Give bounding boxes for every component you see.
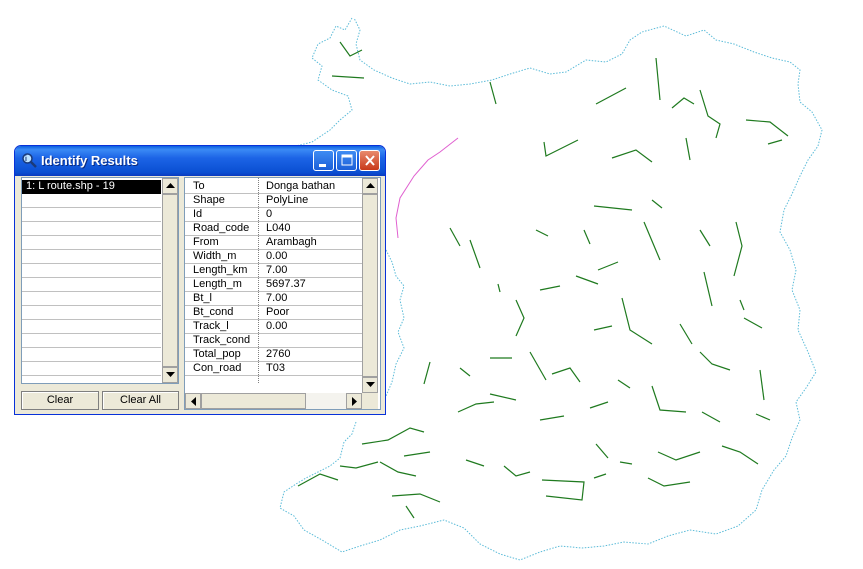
identify-icon: i [22,153,37,168]
arrow-right-icon [352,397,357,406]
table-row: Con_road T03 [185,362,362,376]
scroll-thumb[interactable] [162,194,178,367]
window-title: Identify Results [41,153,138,168]
table-row: Length_m 5697.37 [185,278,362,292]
scroll-right-button[interactable] [346,393,362,409]
scroll-up-button[interactable] [162,178,178,194]
list-item-empty [22,362,161,376]
list-item-empty [22,348,161,362]
title-bar[interactable]: i Identify Results [15,146,385,176]
clear-button[interactable]: Clear [21,391,99,410]
field-value: PolyLine [266,194,309,206]
field-name: Width_m [193,250,237,262]
field-name: From [193,236,219,248]
field-value: 7.00 [266,292,288,304]
table-row: Track_l 0.00 [185,320,362,334]
arrow-down-icon [366,382,375,387]
list-item-empty [22,208,161,222]
list-item-empty [22,278,161,292]
minimize-button[interactable] [313,150,334,171]
identify-results-window: i Identify Results 1: L route.shp - 19 T… [14,145,386,415]
table-row: Length_km 7.00 [185,264,362,278]
field-value: Poor [266,306,290,318]
table-row: Road_code L040 [185,222,362,236]
field-value: 0.00 [266,320,288,332]
results-scrollbar[interactable] [162,178,178,383]
list-item-empty [22,306,161,320]
table-row: Track_cond [185,334,362,348]
field-name: Track_l [193,320,229,332]
field-name: Con_road [193,362,242,374]
results-list[interactable]: 1: L route.shp - 19 [21,177,179,384]
field-name: To [193,180,205,192]
maximize-icon [341,154,353,166]
arrow-up-icon [166,183,175,188]
table-row: From Arambagh [185,236,362,250]
attributes-vscrollbar[interactable] [362,178,378,393]
table-row: Id 0 [185,208,362,222]
field-name: Track_cond [193,334,251,346]
field-value: Arambagh [266,236,317,248]
field-value: 0.00 [266,250,288,262]
field-name: Length_km [193,264,248,276]
field-value: Donga bathan [266,180,336,192]
table-row: Width_m 0.00 [185,250,362,264]
scroll-down-button[interactable] [362,377,378,393]
clear-all-button[interactable]: Clear All [102,391,179,410]
arrow-down-icon [166,372,175,377]
field-value: T03 [266,362,285,374]
list-item-empty [22,292,161,306]
field-name: Bt_l [193,292,212,304]
field-value: 0 [266,208,273,220]
field-value: 2760 [266,348,291,360]
table-row: To Donga bathan [185,180,362,194]
scroll-thumb[interactable] [201,393,306,409]
scroll-thumb[interactable] [362,194,378,377]
field-name: Id [193,208,203,220]
svg-text:i: i [25,156,27,163]
list-item[interactable]: 1: L route.shp - 19 [22,180,161,194]
list-item-empty [22,250,161,264]
selected-route [395,137,459,239]
list-item-empty [22,320,161,334]
field-name: Shape [193,194,225,206]
arrow-up-icon [366,183,375,188]
list-item-empty [22,236,161,250]
field-name: Bt_cond [193,306,234,318]
list-item-empty [22,334,161,348]
field-value: L040 [266,222,291,234]
minimize-icon [319,164,326,167]
scroll-down-button[interactable] [162,367,178,383]
field-name: Total_pop [193,348,241,360]
list-item-empty [22,194,161,208]
attributes-hscrollbar[interactable] [185,393,362,409]
field-value: 5697.37 [266,278,306,290]
scroll-left-button[interactable] [185,393,201,409]
table-row: Bt_l 7.00 [185,292,362,306]
table-row: Bt_cond Poor [185,306,362,320]
scroll-up-button[interactable] [362,178,378,194]
attributes-table[interactable]: To Donga bathan Shape PolyLine Id 0 Road… [184,177,381,410]
list-item-empty [22,222,161,236]
maximize-button[interactable] [336,150,357,171]
close-icon [365,155,375,166]
close-button[interactable] [359,150,380,171]
field-name: Road_code [193,222,250,234]
table-row: Total_pop 2760 [185,348,362,362]
field-value: 7.00 [266,264,288,276]
list-item-empty [22,264,161,278]
field-name: Length_m [193,278,242,290]
arrow-left-icon [191,397,196,406]
window-body: 1: L route.shp - 19 To Donga bathan Shap… [18,176,382,411]
scroll-corner [362,393,378,409]
table-row: Shape PolyLine [185,194,362,208]
